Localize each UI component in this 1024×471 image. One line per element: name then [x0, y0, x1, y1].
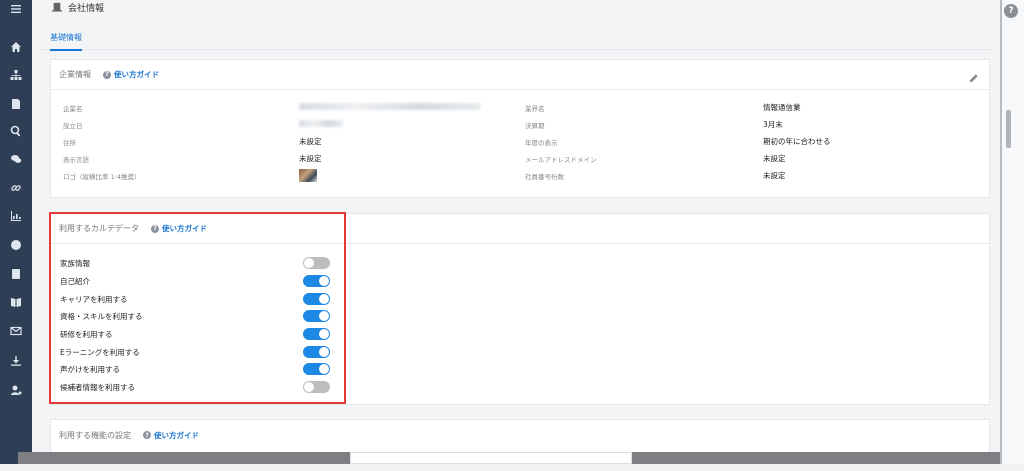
tab-bar: 基礎情報 — [42, 26, 990, 51]
info-row-employee-digits: 社員番号桁数 未設定 — [525, 167, 945, 184]
field-label: 住所 — [63, 138, 76, 147]
feature-settings-title: 利用する機能の設定 — [59, 430, 131, 440]
chat-icon[interactable] — [0, 151, 32, 167]
link-icon[interactable] — [0, 180, 32, 196]
horizontal-scrollbar-track — [18, 452, 1000, 464]
building-icon — [52, 2, 62, 12]
info-row-address: 住所 未設定 — [63, 133, 483, 150]
home-icon[interactable] — [0, 39, 32, 55]
globe-icon[interactable] — [0, 237, 32, 253]
company-info-card: 企業情報 ? 使い方ガイド 企業名 設立日 住所 未設定 表示言語 未設定 ロゴ… — [50, 59, 990, 198]
company-info-title: 企業情報 — [59, 70, 91, 79]
help-button[interactable]: ? — [1004, 4, 1018, 18]
field-value: 未設定 — [299, 154, 322, 163]
mail-icon[interactable] — [0, 323, 32, 339]
info-row-founded: 設立日 — [63, 116, 483, 133]
field-label: 決算期 — [525, 121, 545, 130]
logo-thumbnail — [299, 169, 317, 184]
question-icon: ? — [143, 431, 151, 439]
org-chart-icon[interactable] — [0, 67, 32, 83]
field-value: 未設定 — [763, 154, 786, 163]
field-label: 社員番号桁数 — [525, 172, 564, 181]
right-panel — [1000, 0, 1024, 471]
vertical-scrollbar[interactable] — [1006, 110, 1011, 148]
info-row-year-display: 年度の表示 期初の年に合わせる — [525, 133, 945, 150]
field-value: 3月末 — [763, 120, 783, 129]
field-label: 業界名 — [525, 104, 545, 113]
question-icon: ? — [103, 70, 111, 79]
field-value: 情報通信業 — [763, 103, 801, 112]
horizontal-scrollbar-thumb[interactable] — [350, 452, 632, 464]
contact-card-icon[interactable] — [0, 266, 32, 282]
book-icon[interactable] — [0, 294, 32, 310]
field-value-blurred — [299, 103, 481, 112]
field-value-blurred — [299, 120, 343, 129]
guide-label: 使い方ガイド — [114, 70, 159, 79]
download-icon[interactable] — [0, 353, 32, 369]
info-row-logo: ロゴ（縦横比率 1:4推奨） — [63, 167, 483, 184]
field-label: メールアドレスドメイン — [525, 155, 597, 164]
guide-label: 使い方ガイド — [154, 430, 199, 440]
field-value: 未設定 — [299, 137, 322, 146]
document-icon[interactable] — [0, 96, 32, 112]
feature-settings-card: 利用する機能の設定 ? 使い方ガイド — [50, 419, 990, 452]
info-row-language: 表示言語 未設定 — [63, 150, 483, 167]
info-row-fiscal-period: 決算期 3月末 — [525, 116, 945, 133]
company-info-guide-link[interactable]: ? 使い方ガイド — [103, 69, 159, 80]
user-settings-icon[interactable] — [0, 382, 32, 398]
company-info-header: 企業情報 ? 使い方ガイド — [51, 60, 989, 90]
field-label: 設立日 — [63, 121, 83, 130]
field-label: 表示言語 — [63, 155, 89, 164]
field-value: 期初の年に合わせる — [763, 137, 831, 146]
chart-icon[interactable] — [0, 208, 32, 224]
info-row-industry: 業界名 情報通信業 — [525, 99, 945, 116]
info-row-email-domain: メールアドレスドメイン 未設定 — [525, 150, 945, 167]
page-header: 会社情報 — [52, 0, 104, 14]
edit-pencil-icon[interactable] — [968, 69, 979, 83]
highlight-box — [49, 212, 346, 404]
bottom-edge — [0, 464, 1024, 471]
tab-basic-info[interactable]: 基礎情報 — [50, 32, 82, 51]
sidebar — [0, 0, 32, 471]
menu-icon[interactable] — [0, 1, 32, 17]
page-title: 会社情報 — [68, 3, 105, 14]
field-label: ロゴ（縦横比率 1:4推奨） — [63, 172, 141, 181]
field-label: 企業名 — [63, 104, 83, 113]
search-icon[interactable] — [0, 123, 32, 139]
field-label: 年度の表示 — [525, 138, 558, 147]
field-value: 未設定 — [763, 171, 786, 180]
info-row-company-name: 企業名 — [63, 99, 483, 116]
feature-settings-guide-link[interactable]: ? 使い方ガイド — [143, 430, 199, 441]
feature-settings-header: 利用する機能の設定 ? 使い方ガイド — [51, 420, 989, 450]
